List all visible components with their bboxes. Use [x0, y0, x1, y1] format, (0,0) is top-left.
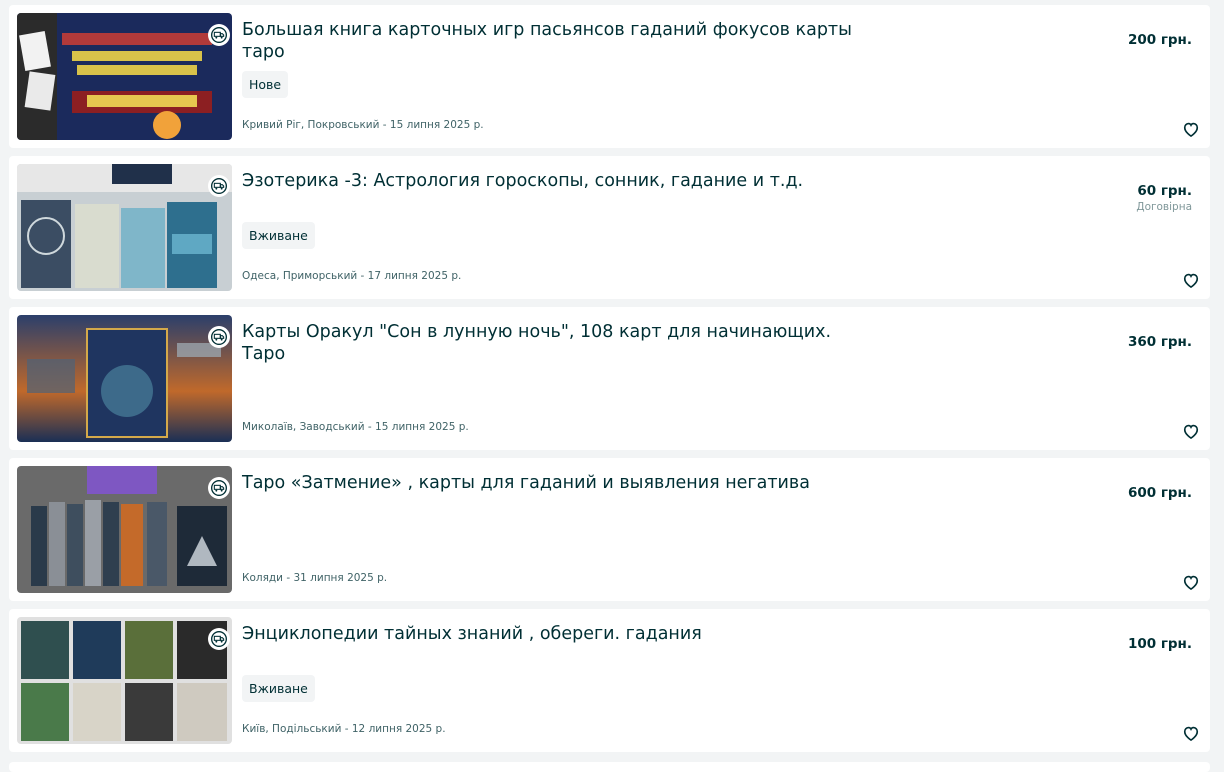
listing-card[interactable]: Большая книга карточных игр пасьянсов га… — [9, 5, 1210, 148]
listing-thumbnail[interactable] — [17, 617, 232, 744]
listing-title[interactable]: Таро «Затмение» , карты для гаданий и вы… — [242, 472, 862, 494]
listing-price: 360 грн. — [1127, 334, 1192, 350]
heart-outline-icon[interactable] — [1181, 572, 1201, 592]
heart-outline-icon[interactable] — [1181, 723, 1201, 743]
delivery-truck-icon — [208, 477, 230, 499]
listing-price: 200 грн. — [1127, 32, 1192, 48]
location-date: Миколаїв, Заводський - 15 липня 2025 р. — [242, 421, 469, 433]
delivery-truck-icon — [208, 628, 230, 650]
condition-badge: Вживане — [242, 222, 315, 249]
listing-price: 100 грн. — [1127, 636, 1192, 652]
listing-title[interactable]: Карты Оракул "Сон в лунную ночь", 108 ка… — [242, 321, 862, 365]
listing-thumbnail[interactable] — [17, 466, 232, 593]
listing-list: Большая книга карточных игр пасьянсов га… — [9, 5, 1210, 752]
condition-badge: Вживане — [242, 675, 315, 702]
listing-title[interactable]: Большая книга карточных игр пасьянсов га… — [242, 19, 862, 63]
listing-card[interactable]: Карты Оракул "Сон в лунную ночь", 108 ка… — [9, 307, 1210, 450]
listing-price: 60 грн. — [1137, 183, 1192, 199]
listing-thumbnail[interactable] — [17, 164, 232, 291]
location-date: Коляди - 31 липня 2025 р. — [242, 572, 388, 584]
negotiable-label: Договірна — [1136, 201, 1192, 213]
location-date: Кривий Ріг, Покровський - 15 липня 2025 … — [242, 119, 484, 131]
listing-card[interactable]: Таро «Затмение» , карты для гаданий и вы… — [9, 458, 1210, 601]
delivery-truck-icon — [208, 175, 230, 197]
listing-thumbnail[interactable] — [17, 315, 232, 442]
next-listing-card-edge — [9, 762, 1210, 772]
heart-outline-icon[interactable] — [1181, 270, 1201, 290]
listing-thumbnail[interactable] — [17, 13, 232, 140]
listing-title[interactable]: Энциклопедии тайных знаний , обереги. га… — [242, 623, 862, 645]
delivery-truck-icon — [208, 326, 230, 348]
heart-outline-icon[interactable] — [1181, 421, 1201, 441]
location-date: Одеса, Приморський - 17 липня 2025 р. — [242, 270, 462, 282]
condition-badge: Нове — [242, 71, 289, 98]
location-date: Київ, Подільський - 12 липня 2025 р. — [242, 723, 446, 735]
listing-card[interactable]: Эзотерика -3: Астрология гороскопы, сонн… — [9, 156, 1210, 299]
listing-card[interactable]: Энциклопедии тайных знаний , обереги. га… — [9, 609, 1210, 752]
heart-outline-icon[interactable] — [1181, 119, 1201, 139]
listing-title[interactable]: Эзотерика -3: Астрология гороскопы, сонн… — [242, 170, 862, 192]
listing-price: 600 грн. — [1127, 485, 1192, 501]
delivery-truck-icon — [208, 24, 230, 46]
